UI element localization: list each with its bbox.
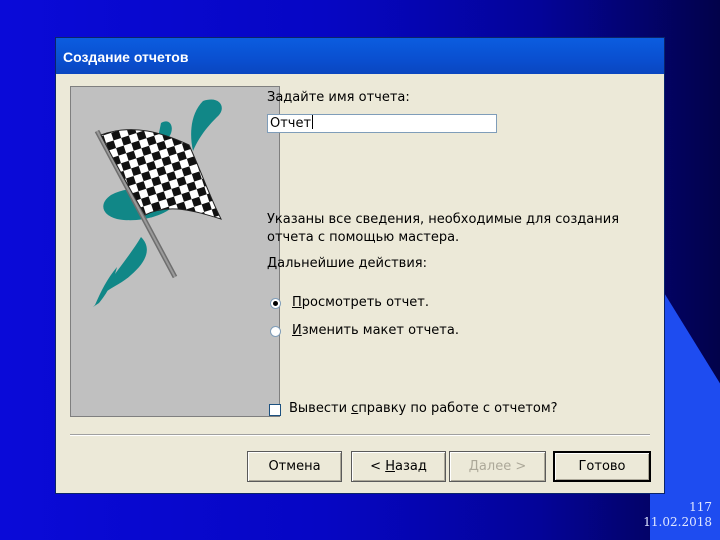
modify-layout-text: зменить макет отчета. bbox=[301, 323, 459, 338]
view-report-radio[interactable] bbox=[270, 298, 281, 309]
modify-layout-hotkey: И bbox=[292, 323, 302, 338]
view-report-hotkey: П bbox=[292, 295, 302, 310]
view-report-text: росмотреть отчет. bbox=[301, 295, 429, 310]
cancel-button[interactable]: Отмена bbox=[247, 451, 342, 482]
modify-layout-radio[interactable] bbox=[270, 326, 281, 337]
checkered-flag-icon bbox=[93, 99, 222, 307]
report-name-input[interactable]: Отчет bbox=[267, 114, 497, 133]
report-wizard-dialog: Создание отчетов Задайте имя отчета: Отч… bbox=[55, 37, 665, 494]
back-label-post: азад bbox=[394, 459, 427, 474]
report-name-value: Отчет bbox=[270, 116, 312, 131]
view-report-label[interactable]: Просмотреть отчет. bbox=[292, 295, 429, 310]
help-checkbox[interactable] bbox=[269, 404, 281, 416]
finish-button[interactable]: Готово bbox=[553, 451, 651, 482]
info-text-line-2: отчета с помощью мастера. bbox=[267, 230, 460, 245]
text-caret bbox=[312, 115, 314, 129]
slide-date: 11.02.2018 bbox=[643, 515, 712, 529]
report-name-label: Задайте имя отчета: bbox=[267, 90, 410, 105]
next-actions-label: Дальнейшие действия: bbox=[267, 256, 427, 271]
back-label-pre: < bbox=[370, 459, 386, 474]
help-checkbox-label[interactable]: Вывести справку по работе с отчетом? bbox=[289, 401, 558, 416]
back-label-hotkey: Н bbox=[385, 459, 395, 474]
slide-footer: 117 11.02.2018 bbox=[643, 500, 712, 530]
slide-page-number: 117 bbox=[689, 500, 712, 514]
button-separator bbox=[70, 434, 650, 436]
help-label-pre: Вывести bbox=[289, 401, 352, 416]
dialog-title: Создание отчетов bbox=[56, 38, 664, 74]
info-text-line-1: Указаны все сведения, необходимые для со… bbox=[267, 212, 620, 227]
help-label-post: правку по работе с отчетом? bbox=[358, 401, 558, 416]
back-button[interactable]: < Назад bbox=[351, 451, 446, 482]
next-button[interactable]: Далее > bbox=[449, 451, 546, 482]
modify-layout-label[interactable]: Изменить макет отчета. bbox=[292, 323, 459, 338]
wizard-image-panel bbox=[70, 86, 280, 417]
